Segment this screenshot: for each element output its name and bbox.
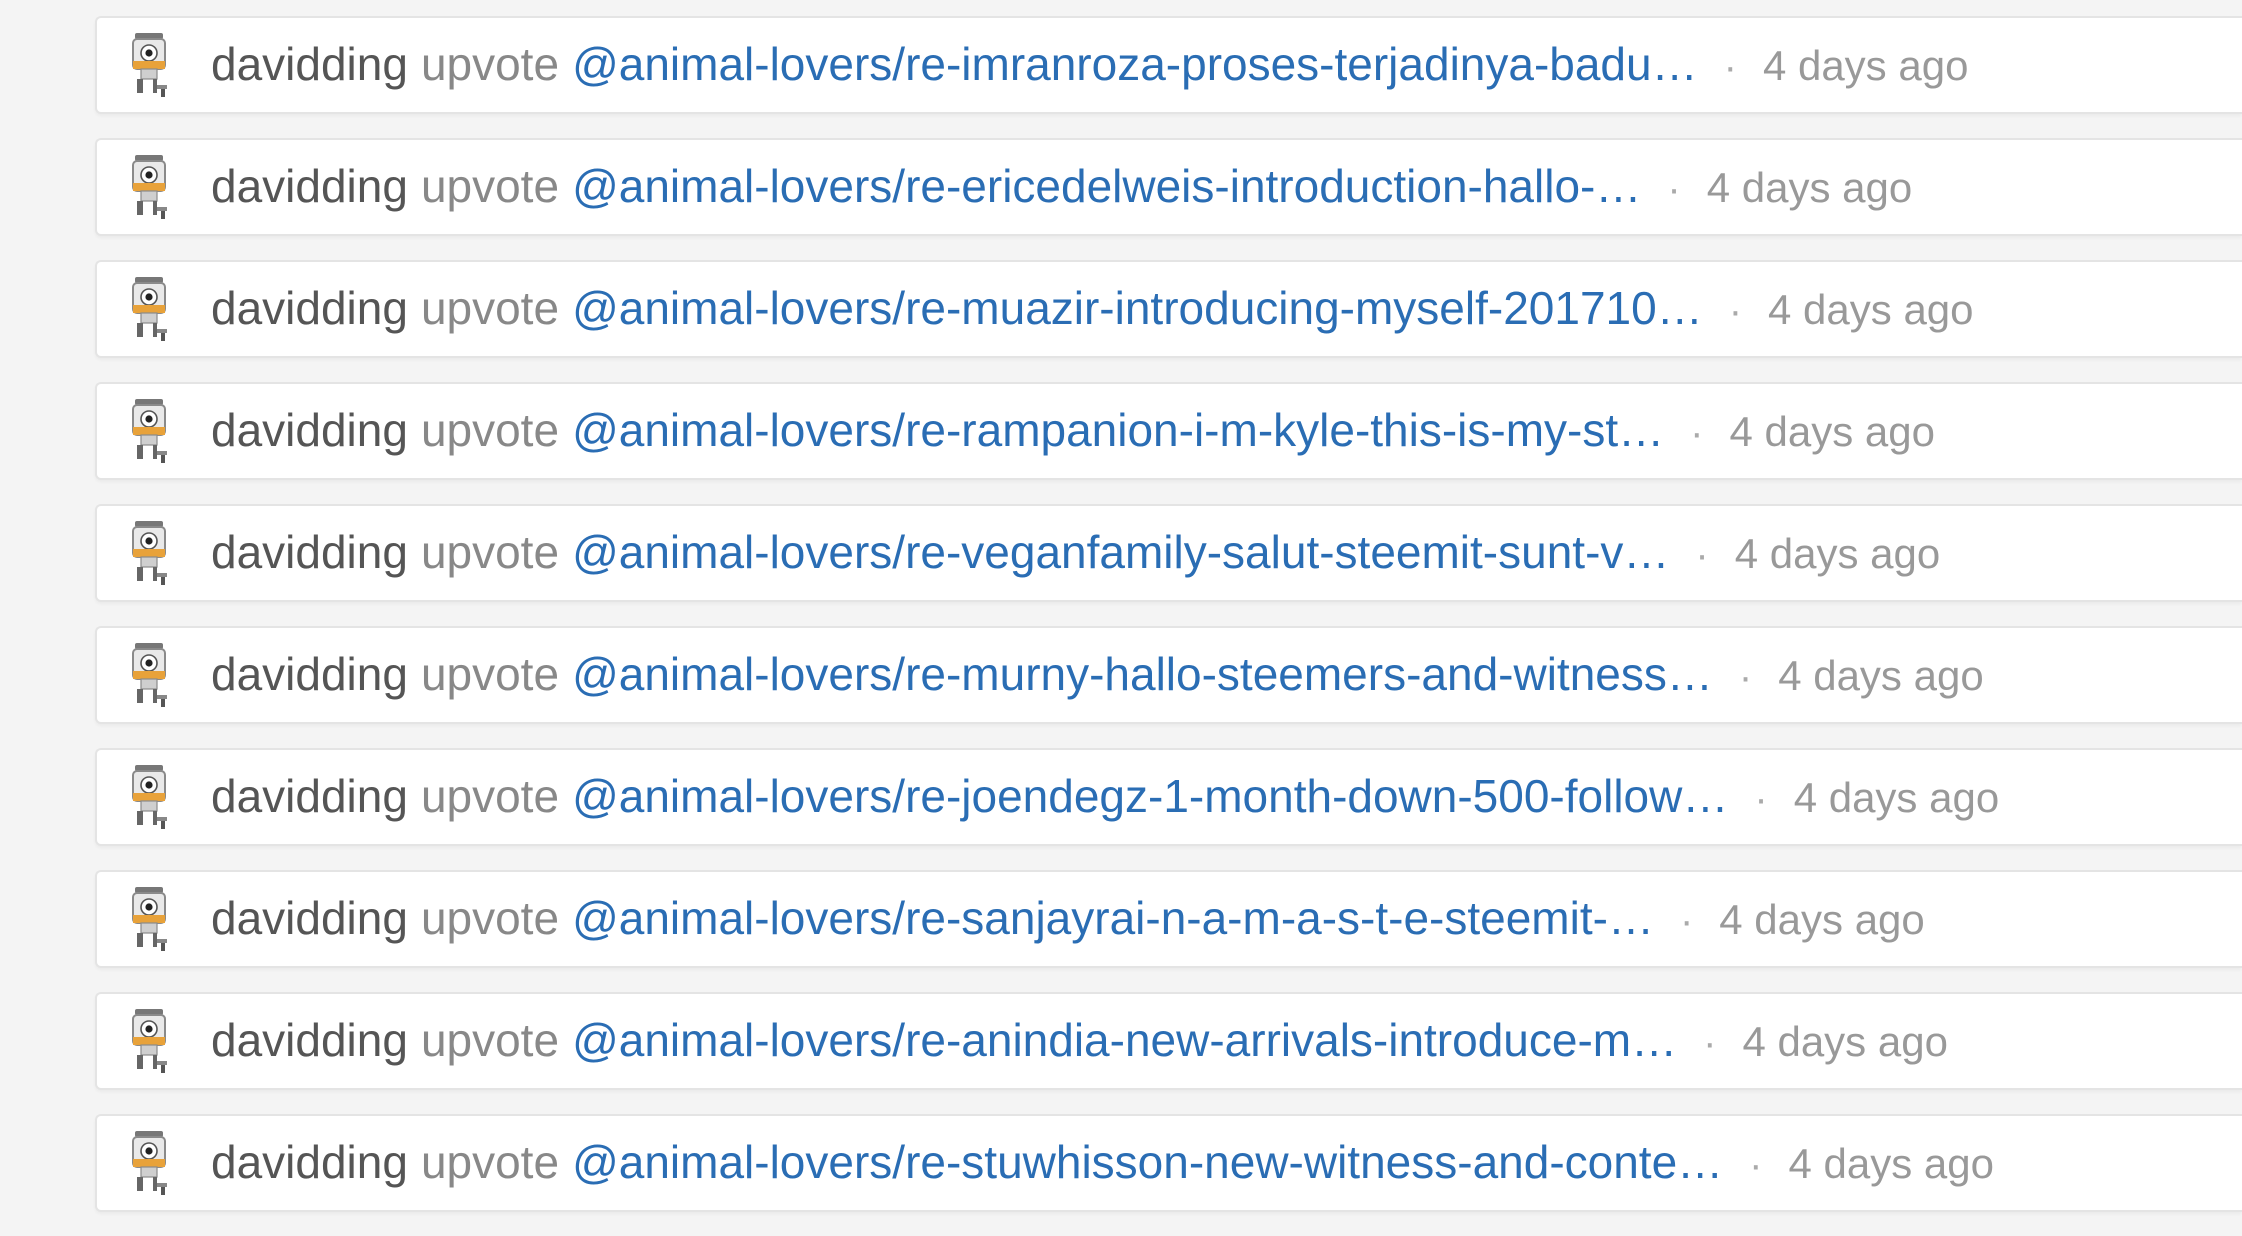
username[interactable]: davidding [211,400,408,460]
robot-avatar-icon[interactable] [127,31,171,99]
post-link[interactable]: @animal-lovers/re-rampanion-i-m-kyle-thi… [572,400,1664,460]
timestamp: 4 days ago [1719,895,1925,943]
activity-text: davidding upvote @animal-lovers/re-sanja… [211,888,1925,951]
post-link[interactable]: @animal-lovers/re-sanjayrai-n-a-m-a-s-t-… [572,888,1654,948]
action-label: upvote [420,1013,560,1066]
activity-text: davidding upvote @animal-lovers/re-imran… [211,34,1968,97]
username[interactable]: davidding [211,1010,408,1070]
action-label: upvote [420,891,560,944]
timestamp: 4 days ago [1793,773,2000,821]
action-label: upvote [420,159,560,212]
activity-row: davidding upvote @animal-lovers/re-anind… [95,992,2242,1090]
timestamp: 4 days ago [1778,651,1984,699]
separator-dot: · [1679,898,1694,943]
separator-dot: · [1728,288,1743,333]
action-label: upvote [420,403,560,456]
username[interactable]: davidding [211,644,408,704]
post-link[interactable]: @animal-lovers/re-joendegz-1-month-down-… [572,766,1728,826]
separator-dot: · [1749,1142,1763,1187]
post-link[interactable]: @animal-lovers/re-veganfamily-salut-stee… [572,522,1669,582]
action-label: upvote [420,1135,560,1188]
robot-avatar-icon[interactable] [127,885,171,953]
activity-row: davidding upvote @animal-lovers/re-murny… [95,626,2242,724]
post-link[interactable]: @animal-lovers/re-muazir-introducing-mys… [572,278,1703,338]
post-link[interactable]: @animal-lovers/re-anindia-new-arrivals-i… [572,1010,1677,1070]
username[interactable]: davidding [211,1132,408,1192]
separator-dot: · [1703,1020,1717,1065]
activity-row: davidding upvote @animal-lovers/re-sanja… [95,870,2242,968]
robot-avatar-icon[interactable] [127,763,171,831]
username[interactable]: davidding [211,522,408,582]
activity-text: davidding upvote @animal-lovers/re-rampa… [211,400,1935,463]
timestamp: 4 days ago [1729,407,1935,455]
action-label: upvote [420,647,560,700]
timestamp: 4 days ago [1742,1017,1948,1065]
separator-dot: · [1695,532,1709,577]
action-label: upvote [420,525,560,578]
separator-dot: · [1738,654,1753,699]
separator-dot: · [1723,44,1737,89]
post-link[interactable]: @animal-lovers/re-ericedelweis-introduct… [572,156,1641,216]
username[interactable]: davidding [211,888,408,948]
activity-feed: davidding upvote @animal-lovers/re-imran… [95,16,2242,1236]
timestamp: 4 days ago [1706,163,1913,211]
activity-row: davidding upvote @animal-lovers/re-joend… [95,748,2242,846]
action-label: upvote [420,281,560,334]
activity-row: davidding upvote @animal-lovers/re-vegan… [95,504,2242,602]
activity-text: davidding upvote @animal-lovers/re-stuwh… [211,1132,1994,1195]
username[interactable]: davidding [211,278,408,338]
activity-text: davidding upvote @animal-lovers/re-murny… [211,644,1984,707]
separator-dot: · [1690,410,1704,455]
activity-text: davidding upvote @animal-lovers/re-vegan… [211,522,1940,585]
timestamp: 4 days ago [1788,1139,1995,1187]
robot-avatar-icon[interactable] [127,153,171,221]
separator-dot: · [1754,776,1768,821]
username[interactable]: davidding [211,34,408,94]
robot-avatar-icon[interactable] [127,397,171,465]
action-label: upvote [420,37,560,90]
action-label: upvote [420,769,560,822]
activity-row: davidding upvote @animal-lovers/re-stuwh… [95,1114,2242,1212]
separator-dot: · [1667,166,1681,211]
activity-text: davidding upvote @animal-lovers/re-muazi… [211,278,1974,341]
activity-text: davidding upvote @animal-lovers/re-joend… [211,766,1999,829]
activity-row: davidding upvote @animal-lovers/re-imran… [95,16,2242,114]
robot-avatar-icon[interactable] [127,641,171,709]
post-link[interactable]: @animal-lovers/re-imranroza-proses-terja… [572,34,1698,94]
activity-text: davidding upvote @animal-lovers/re-erice… [211,156,1912,219]
robot-avatar-icon[interactable] [127,1007,171,1075]
robot-avatar-icon[interactable] [127,1129,171,1197]
activity-row: davidding upvote @animal-lovers/re-rampa… [95,382,2242,480]
timestamp: 4 days ago [1768,285,1974,333]
robot-avatar-icon[interactable] [127,519,171,587]
post-link[interactable]: @animal-lovers/re-stuwhisson-new-witness… [572,1132,1723,1192]
timestamp: 4 days ago [1734,529,1941,577]
post-link[interactable]: @animal-lovers/re-murny-hallo-steemers-a… [572,644,1713,704]
activity-row: davidding upvote @animal-lovers/re-erice… [95,138,2242,236]
activity-text: davidding upvote @animal-lovers/re-anind… [211,1010,1948,1073]
username[interactable]: davidding [211,766,408,826]
username[interactable]: davidding [211,156,408,216]
timestamp: 4 days ago [1762,41,1969,89]
activity-row: davidding upvote @animal-lovers/re-muazi… [95,260,2242,358]
robot-avatar-icon[interactable] [127,275,171,343]
